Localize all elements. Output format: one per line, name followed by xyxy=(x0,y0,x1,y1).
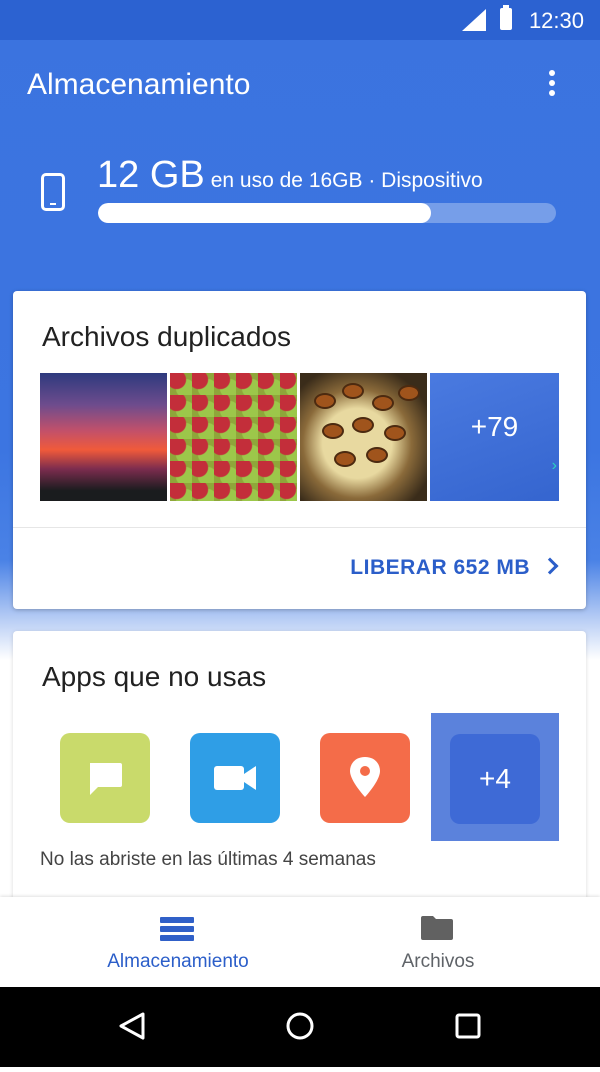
unused-apps-note: No las abriste en las últimas 4 semanas xyxy=(40,849,376,870)
phone-icon xyxy=(41,173,65,211)
storage-detail: en uso de 16GB · Dispositivo xyxy=(210,169,483,192)
battery-icon xyxy=(500,5,512,30)
apples-thumbnail[interactable] xyxy=(170,373,297,501)
back-button[interactable] xyxy=(73,987,193,1067)
nav-item-files[interactable]: Archivos xyxy=(288,897,588,987)
sunset-thumbnail[interactable] xyxy=(40,373,167,501)
more-apps-count: +4 xyxy=(450,734,540,824)
recents-button[interactable] xyxy=(408,987,528,1067)
storage-progress-fill xyxy=(98,203,432,223)
home-button[interactable] xyxy=(240,987,360,1067)
more-apps-tile[interactable]: +4 xyxy=(431,713,559,841)
signal-icon xyxy=(462,9,486,31)
figs-tart-thumbnail[interactable] xyxy=(300,373,427,501)
system-navigation-bar xyxy=(0,987,600,1067)
storage-usage: 12 GB en uso de 16GB · Dispositivo xyxy=(97,154,483,197)
unused-apps-title: Apps que no usas xyxy=(42,661,267,692)
nav-files-label: Archivos xyxy=(401,951,475,972)
more-options-icon[interactable] xyxy=(540,70,564,104)
nav-item-storage[interactable]: Almacenamiento xyxy=(28,897,328,987)
storage-icon xyxy=(160,917,194,943)
duplicates-card[interactable]: Archivos duplicados +79 › LIBERAR 652 MB xyxy=(13,291,586,609)
duplicates-thumbnails: +79 › xyxy=(40,373,560,501)
chevron-right-icon: › xyxy=(551,457,557,474)
card-divider xyxy=(13,527,586,528)
unused-apps-card[interactable]: Apps que no usas +4 No las abriste en la… xyxy=(13,631,586,911)
video-app-icon[interactable] xyxy=(190,733,280,823)
nav-storage-label: Almacenamiento xyxy=(107,951,249,972)
chevron-right-icon xyxy=(541,557,559,575)
status-bar: 12:30 xyxy=(0,0,600,40)
free-up-button[interactable]: LIBERAR 652 MB xyxy=(350,556,559,580)
maps-app-icon[interactable] xyxy=(320,733,410,823)
messages-app-icon[interactable] xyxy=(60,733,150,823)
duplicates-title: Archivos duplicados xyxy=(42,321,292,352)
folder-icon xyxy=(420,915,454,941)
app-title: Almacenamiento xyxy=(27,68,251,101)
bottom-navigation: Almacenamiento Archivos xyxy=(0,897,600,987)
free-up-label: LIBERAR 652 MB xyxy=(350,556,530,579)
storage-used: 12 GB xyxy=(97,154,205,196)
more-duplicates-count: +79 xyxy=(470,411,519,442)
more-duplicates-thumbnail[interactable]: +79 › xyxy=(430,373,559,501)
storage-progress-bar xyxy=(98,203,556,223)
status-time: 12:30 xyxy=(528,8,584,33)
